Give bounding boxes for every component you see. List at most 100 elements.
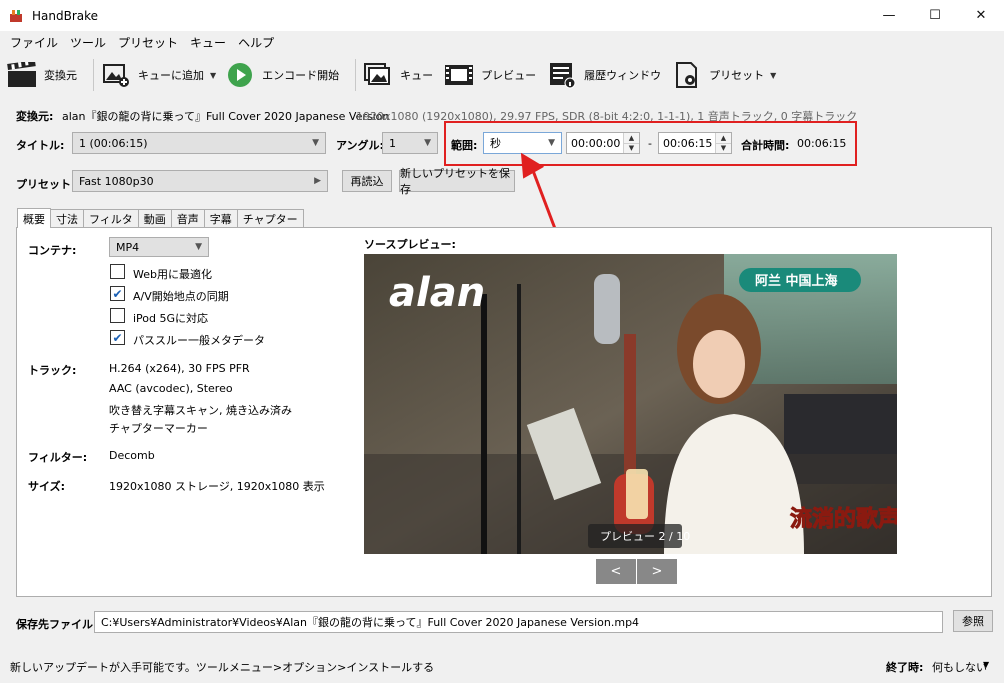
preview-counter: プレビュー 2 / 10: [600, 530, 690, 543]
preset-caption: プリセット:: [16, 178, 76, 191]
presets-button[interactable]: プリセット ▼: [671, 57, 784, 93]
total-duration-caption: 合計時間:: [741, 139, 790, 152]
metadata-passthru-checkbox[interactable]: ✔: [110, 330, 125, 345]
range-caption: 範囲:: [451, 139, 478, 152]
source-name: alan『銀の龍の背に乗って』Full Cover 2020 Japanese …: [62, 110, 390, 123]
spin-up-icon[interactable]: ▲: [716, 133, 731, 144]
preview-prev-button[interactable]: <: [596, 559, 636, 584]
chevron-down-icon: ▼: [195, 242, 202, 252]
destination-path-value: C:¥Users¥Administrator¥Videos¥Alan『銀の龍の背…: [101, 616, 640, 629]
range-mode-value: 秒: [490, 137, 501, 150]
tab-chapters[interactable]: チャプター: [236, 209, 304, 228]
update-message: 新しいアップデートが入手可能です。ツールメニュー>オプション>インストールする: [10, 661, 435, 674]
tab-video[interactable]: 動画: [137, 209, 172, 228]
track-line: H.264 (x264), 30 FPS PFR: [109, 362, 250, 375]
when-done-select[interactable]: 何もしない: [932, 659, 987, 675]
preview-caption: ソースプレビュー:: [364, 238, 456, 251]
spin-up-icon[interactable]: ▲: [624, 133, 639, 144]
queue-label: キュー: [400, 69, 434, 82]
title-caption: タイトル:: [16, 139, 65, 152]
queue-icon: [362, 60, 394, 90]
av-sync-label: A/V開始地点の同期: [133, 290, 229, 303]
when-done-caption: 終了時:: [886, 661, 924, 674]
menu-help[interactable]: ヘルプ: [232, 34, 280, 51]
presets-label: プリセット: [709, 69, 765, 82]
preset-select[interactable]: Fast 1080p30 ▶: [72, 170, 328, 192]
preview-label: プレビュー: [481, 69, 537, 82]
source-button[interactable]: 変換元: [6, 57, 87, 93]
menu-file[interactable]: ファイル: [4, 34, 64, 51]
add-image-icon: [100, 60, 132, 90]
range-end-input[interactable]: 00:06:15 ▲ ▼: [658, 132, 732, 154]
destination-caption: 保存先ファイル:: [16, 618, 98, 631]
presets-settings-icon: [671, 60, 703, 90]
track-line: チャプターマーカー: [109, 422, 208, 435]
maximize-button[interactable]: ☐: [912, 0, 958, 31]
range-start-value: 00:00:00: [571, 136, 621, 150]
menu-tools[interactable]: ツール: [64, 34, 112, 51]
minimize-button[interactable]: —: [866, 0, 912, 31]
ipod-label: iPod 5Gに対応: [133, 312, 209, 325]
tab-filters[interactable]: フィルタ: [83, 209, 139, 228]
menu-queue[interactable]: キュー: [184, 34, 232, 51]
toolbar: 変換元 キューに追加 ▼ エンコード開始 キュー プレビュー 履歴ウィンドウ プ…: [0, 55, 1004, 95]
preview-next-button[interactable]: >: [637, 559, 677, 584]
web-optimize-checkbox[interactable]: [110, 264, 125, 279]
film-icon: [443, 60, 475, 90]
spin-down-icon[interactable]: ▼: [624, 143, 639, 153]
start-encode-button[interactable]: エンコード開始: [224, 57, 349, 93]
menu-bar: ファイル ツール プリセット キュー ヘルプ: [0, 31, 1004, 53]
add-queue-dropdown-icon[interactable]: ▼: [210, 71, 216, 80]
filters-caption: フィルター:: [28, 451, 88, 464]
angle-select-value: 1: [389, 136, 396, 150]
play-icon: [224, 60, 256, 90]
av-sync-checkbox[interactable]: ✔: [110, 286, 125, 301]
metadata-passthru-label: パススルー一般メタデータ: [133, 334, 265, 347]
range-dash: -: [648, 137, 652, 150]
preview-image: alan 阿兰 中国上海 流淌的歌声 プレビュー 2 / 10: [364, 254, 897, 554]
container-caption: コンテナ:: [28, 244, 77, 257]
browse-button[interactable]: 参照: [953, 610, 993, 632]
add-queue-label: キューに追加: [138, 69, 204, 82]
ipod-checkbox[interactable]: [110, 308, 125, 323]
container-select[interactable]: MP4 ▼: [109, 237, 209, 257]
menu-presets[interactable]: プリセット: [112, 34, 184, 51]
tab-audio[interactable]: 音声: [170, 209, 205, 228]
tab-summary[interactable]: 概要: [17, 208, 51, 228]
preset-select-value: Fast 1080p30: [79, 174, 154, 188]
preview-button[interactable]: プレビュー: [443, 57, 546, 93]
size-value: 1920x1080 ストレージ, 1920x1080 表示: [109, 480, 325, 493]
track-line: 吹き替え字幕スキャン, 焼き込み済み: [109, 404, 292, 417]
tab-subtitles[interactable]: 字幕: [203, 209, 238, 228]
toolbar-separator: [93, 59, 94, 91]
container-select-value: MP4: [116, 240, 140, 254]
activity-label: 履歴ウィンドウ: [584, 69, 662, 82]
spin-down-icon[interactable]: ▼: [716, 143, 731, 153]
tracks-caption: トラック:: [28, 364, 77, 377]
chevron-down-icon: ▼: [548, 138, 555, 148]
status-bar: 新しいアップデートが入手可能です。ツールメニュー>オプション>インストールする …: [0, 654, 1004, 678]
close-button[interactable]: ✕: [958, 0, 1004, 31]
reload-button[interactable]: 再読込: [342, 170, 392, 192]
chevron-right-icon: ▶: [314, 176, 321, 186]
size-caption: サイズ:: [28, 480, 66, 493]
activity-button[interactable]: 履歴ウィンドウ: [546, 57, 671, 93]
toolbar-separator: [355, 59, 357, 91]
chevron-down-icon: ▼: [424, 138, 431, 148]
handbrake-logo-icon: [8, 8, 24, 24]
source-caption: 変換元:: [16, 110, 54, 123]
preview-badge: 阿兰 中国上海: [755, 273, 838, 289]
add-queue-button[interactable]: キューに追加 ▼: [100, 57, 224, 93]
activity-log-icon: [546, 60, 578, 90]
queue-button[interactable]: キュー: [362, 57, 443, 93]
title-select[interactable]: 1 (00:06:15) ▼: [72, 132, 326, 154]
clapperboard-icon: [6, 60, 38, 90]
angle-caption: アングル:: [336, 139, 384, 152]
tab-dimensions[interactable]: 寸法: [50, 209, 84, 228]
destination-path-input[interactable]: C:¥Users¥Administrator¥Videos¥Alan『銀の龍の背…: [94, 611, 943, 633]
chevron-down-icon[interactable]: ▼: [983, 660, 989, 669]
angle-select[interactable]: 1 ▼: [382, 132, 438, 154]
presets-dropdown-icon[interactable]: ▼: [770, 71, 776, 80]
save-new-preset-button[interactable]: 新しいプリセットを保存: [399, 167, 515, 196]
preview-logo: 流淌的歌声: [790, 506, 897, 532]
